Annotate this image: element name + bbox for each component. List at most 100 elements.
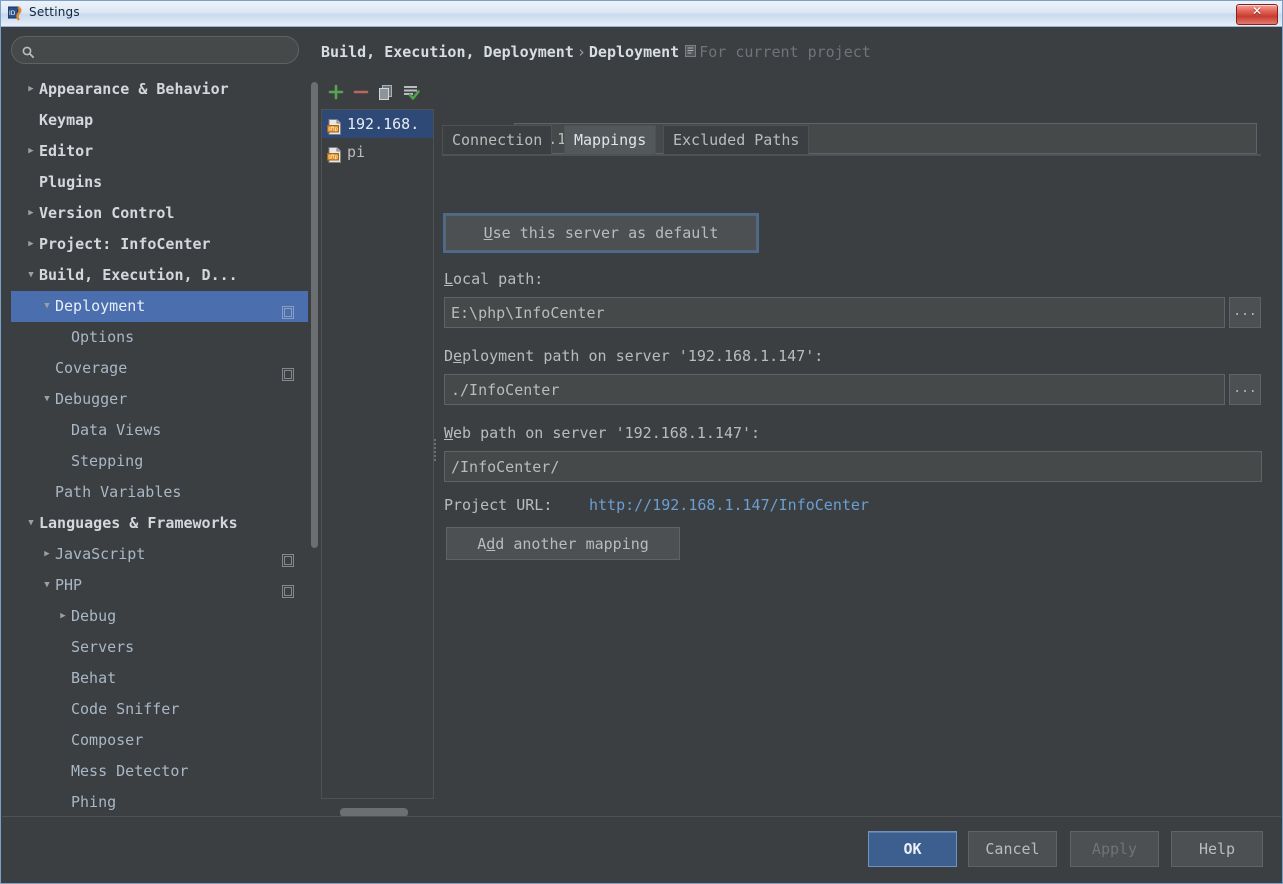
chevron-down-icon[interactable]: ▼ <box>41 570 53 601</box>
svg-text:sftp: sftp <box>328 155 337 161</box>
sidebar-item-servers[interactable]: Servers <box>11 632 308 663</box>
chevron-right-icon[interactable]: ▶ <box>25 198 37 229</box>
sidebar-item-label: Coverage <box>55 359 128 377</box>
add-another-mapping-button[interactable]: Add another mapping <box>446 527 680 560</box>
deployment-path-label: Deployment path on server '192.168.1.147… <box>444 347 824 365</box>
sidebar-item-stepping[interactable]: Stepping <box>11 446 308 477</box>
sidebar-item-plugins[interactable]: Plugins <box>11 167 308 198</box>
sidebar-item-javascript[interactable]: ▶ JavaScript <box>11 539 308 570</box>
sidebar-item-phing[interactable]: Phing <box>11 787 308 814</box>
dialog-footer: OK Cancel Apply Help <box>2 816 1281 882</box>
chevron-down-icon[interactable]: ▼ <box>41 291 53 322</box>
breadcrumb-root[interactable]: Build, Execution, Deployment <box>321 43 574 61</box>
sidebar-item-options[interactable]: Options <box>11 322 308 353</box>
sidebar-item-project-infocenter[interactable]: ▶ Project: InfoCenter <box>11 229 308 260</box>
sidebar-item-label: Stepping <box>71 452 144 470</box>
sidebar-item-deployment[interactable]: ▼ Deployment <box>11 291 308 322</box>
sidebar-item-mess-detector[interactable]: Mess Detector <box>11 756 308 787</box>
chevron-right-icon[interactable]: ▶ <box>57 601 69 632</box>
sidebar-item-debug[interactable]: ▶ Debug <box>11 601 308 632</box>
sidebar-item-label: Deployment <box>55 297 146 315</box>
web-path-label: Web path on server '192.168.1.147': <box>444 424 761 442</box>
sidebar-item-composer[interactable]: Composer <box>11 725 308 756</box>
set-default-button[interactable] <box>402 83 420 101</box>
sidebar-item-label: Options <box>71 328 135 346</box>
local-path-browse-button[interactable]: ... <box>1229 297 1261 328</box>
project-scope-badge-icon <box>282 361 294 381</box>
sidebar-item-php[interactable]: ▼ PHP <box>11 570 308 601</box>
search-input[interactable] <box>42 41 292 62</box>
chevron-down-icon[interactable]: ▼ <box>25 260 37 291</box>
sidebar-item-label: Data Views <box>71 421 162 439</box>
sidebar-item-data-views[interactable]: Data Views <box>11 415 308 446</box>
chevron-right-icon[interactable]: ▶ <box>25 136 37 167</box>
server-list-item[interactable]: sftp 192.168. <box>322 110 433 138</box>
project-url-link[interactable]: http://192.168.1.147/InfoCenter <box>589 496 869 514</box>
project-scope-badge-icon <box>282 578 294 598</box>
sftp-icon: sftp <box>327 116 342 135</box>
phpstorm-icon: ID <box>7 6 24 22</box>
tab-mappings[interactable]: Mappings <box>564 125 657 154</box>
ok-button[interactable]: OK <box>868 831 957 867</box>
project-scope-icon <box>685 43 697 57</box>
breadcrumb-current: Deployment <box>588 43 680 61</box>
server-list-toolbar <box>321 79 434 107</box>
tab-excluded-paths[interactable]: Excluded Paths <box>663 125 810 154</box>
web-path-input[interactable] <box>444 451 1262 482</box>
sidebar-item-languages-frameworks[interactable]: ▼ Languages & Frameworks <box>11 508 308 539</box>
sidebar-item-debugger[interactable]: ▼ Debugger <box>11 384 308 415</box>
sidebar-item-label: Build, Execution, D... <box>39 266 238 284</box>
sidebar-item-coverage[interactable]: Coverage <box>11 353 308 384</box>
panel-splitter-handle[interactable] <box>433 437 439 467</box>
project-scope-badge-icon <box>282 299 294 319</box>
sidebar-item-behat[interactable]: Behat <box>11 663 308 694</box>
project-scope-badge-icon <box>282 547 294 567</box>
tab-connection[interactable]: Connection <box>442 125 553 154</box>
sidebar-item-label: Version Control <box>39 204 175 222</box>
settings-tree[interactable]: ▶ Appearance & Behavior Keymap ▶ Editor Plugi… <box>11 74 308 814</box>
sidebar-item-label: JavaScript <box>55 545 146 563</box>
mapping-tabs: Connection Mappings Excluded Paths <box>442 125 1274 155</box>
sidebar-item-build-execution-d[interactable]: ▼ Build, Execution, D... <box>11 260 308 291</box>
breadcrumb-separator: › <box>576 43 586 61</box>
server-list-item-label: pi <box>347 143 366 161</box>
server-list[interactable]: sftp 192.168. sftp pi <box>321 109 434 799</box>
sidebar-item-code-sniffer[interactable]: Code Sniffer <box>11 694 308 725</box>
chevron-right-icon[interactable]: ▶ <box>41 539 53 570</box>
remove-server-button[interactable] <box>352 83 370 101</box>
sidebar-item-label: Composer <box>71 731 144 749</box>
search-icon <box>22 44 35 59</box>
server-list-panel: sftp 192.168. sftp pi <box>321 79 434 823</box>
sidebar-item-label: Languages & Frameworks <box>39 514 238 532</box>
sidebar-item-label: Phing <box>71 793 117 811</box>
cancel-button[interactable]: Cancel <box>968 831 1057 867</box>
use-this-server-as-default-button[interactable]: Use this server as default <box>445 215 757 251</box>
add-server-button[interactable] <box>327 83 345 101</box>
sidebar-item-appearance-behavior[interactable]: ▶ Appearance & Behavior <box>11 74 308 105</box>
sftp-icon: sftp <box>327 144 342 163</box>
deployment-path-input[interactable] <box>444 374 1225 405</box>
project-url-label: Project URL: <box>444 496 553 514</box>
close-icon[interactable] <box>1236 4 1278 25</box>
local-path-input[interactable] <box>444 297 1225 328</box>
chevron-down-icon[interactable]: ▼ <box>25 508 37 539</box>
deployment-path-browse-button[interactable]: ... <box>1229 374 1261 405</box>
chevron-down-icon[interactable]: ▼ <box>41 384 53 415</box>
copy-server-button[interactable] <box>377 83 395 101</box>
chevron-right-icon[interactable]: ▶ <box>25 74 37 105</box>
server-list-item-label: 192.168. <box>347 115 420 133</box>
sidebar-item-editor[interactable]: ▶ Editor <box>11 136 308 167</box>
breadcrumb-scope-note: For current project <box>699 43 871 61</box>
sidebar-item-label: Debug <box>71 607 117 625</box>
sidebar-item-keymap[interactable]: Keymap <box>11 105 308 136</box>
search-box[interactable] <box>11 36 299 64</box>
sidebar-item-label: Mess Detector <box>71 762 189 780</box>
chevron-right-icon[interactable]: ▶ <box>25 229 37 260</box>
server-list-item[interactable]: sftp pi <box>322 138 433 166</box>
sidebar-item-label: Editor <box>39 142 94 160</box>
help-button[interactable]: Help <box>1171 831 1263 867</box>
tabs-underline <box>442 154 1261 156</box>
sidebar-item-version-control[interactable]: ▶ Version Control <box>11 198 308 229</box>
settings-sidebar: ▶ Appearance & Behavior Keymap ▶ Editor Plugi… <box>11 36 318 817</box>
sidebar-item-path-variables[interactable]: Path Variables <box>11 477 308 508</box>
